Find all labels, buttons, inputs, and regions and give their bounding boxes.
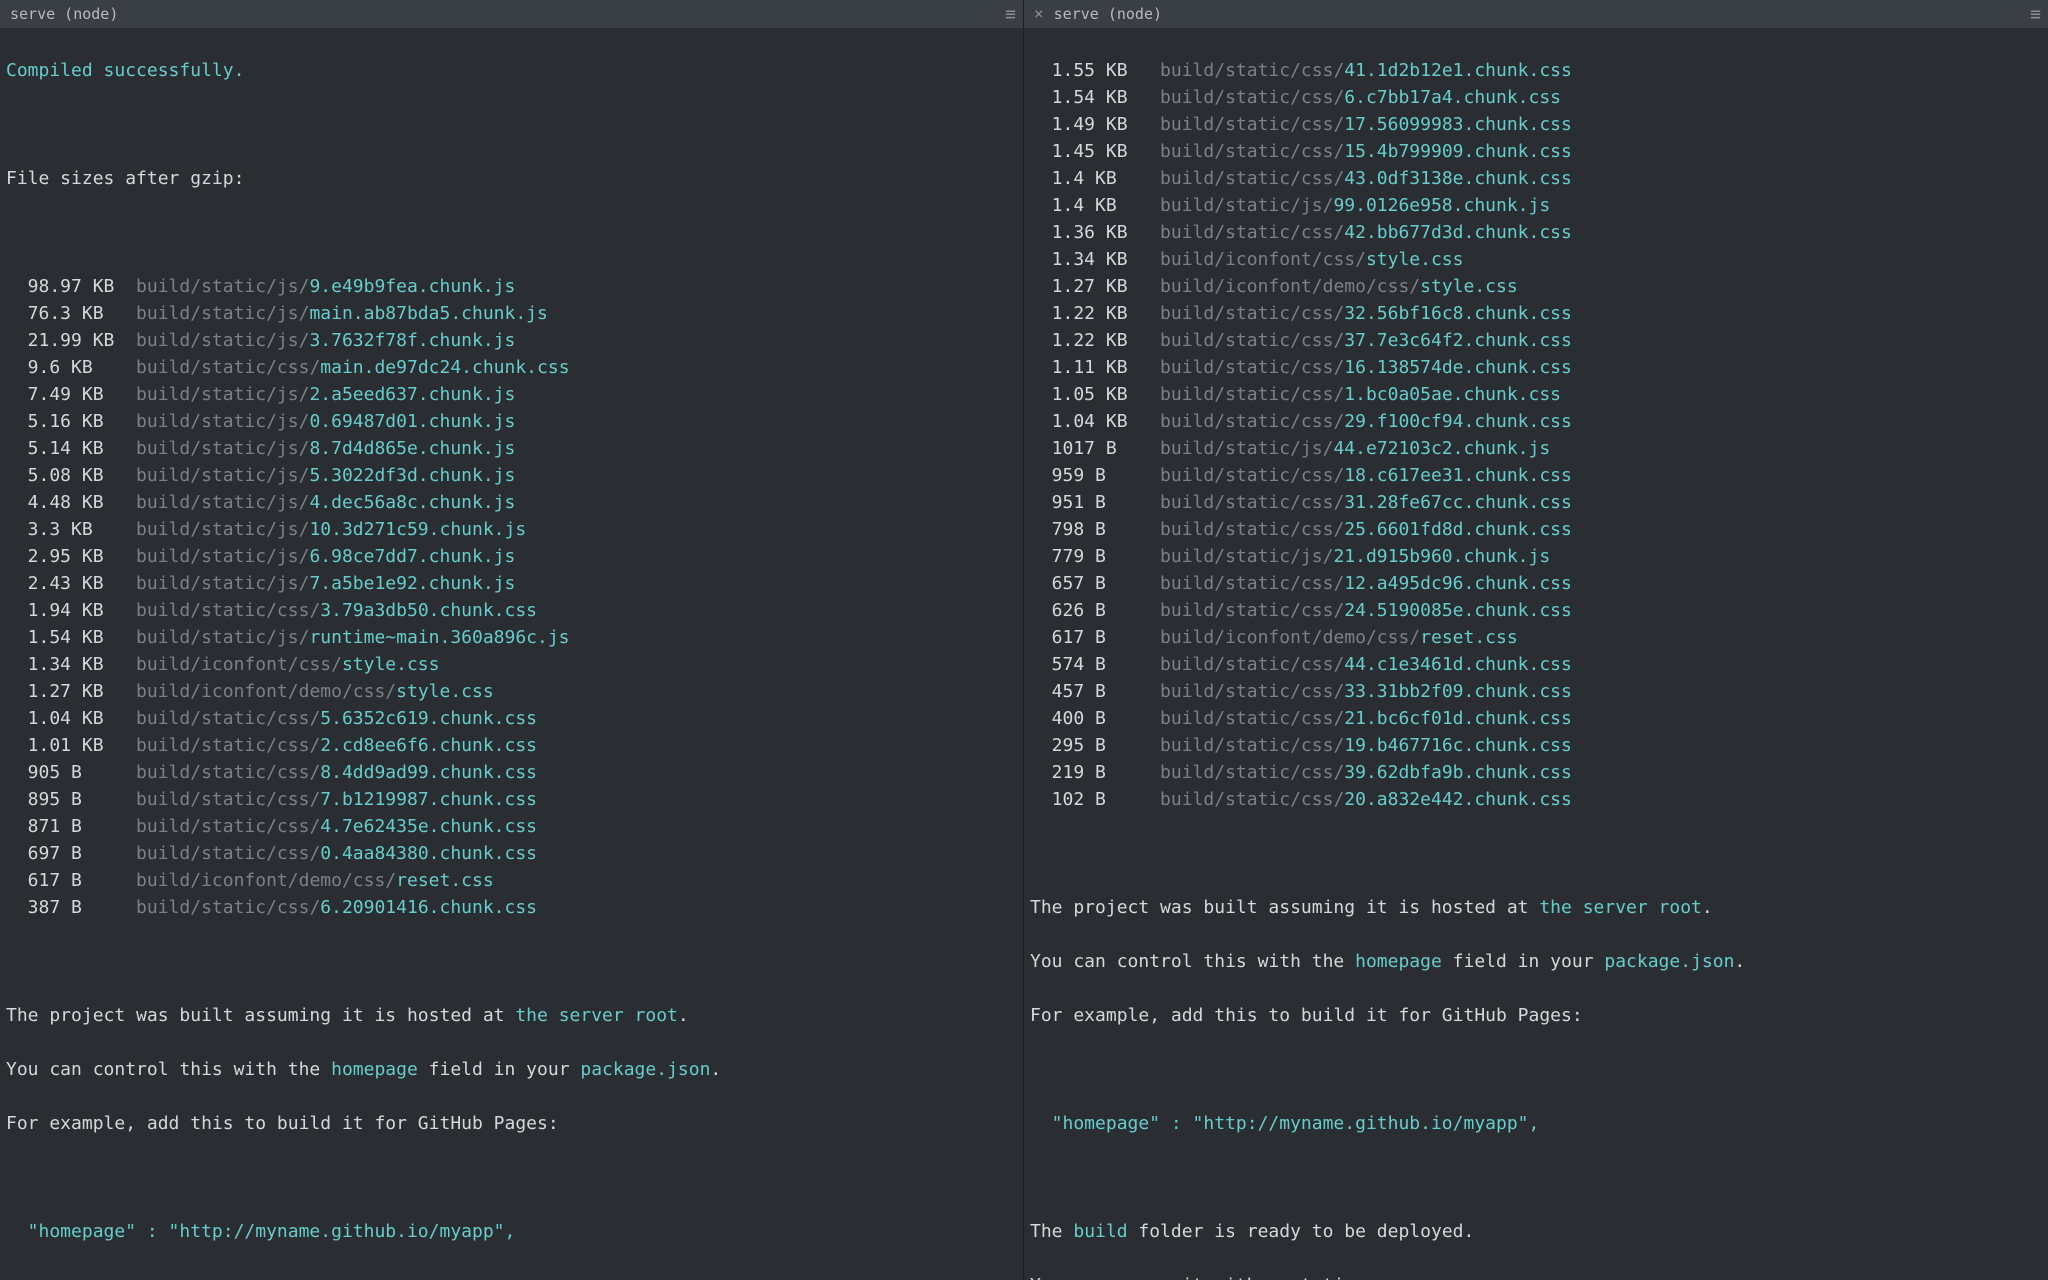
terminal-left[interactable]: Compiled successfully. File sizes after … [0,28,1023,1280]
pane-left[interactable]: serve (node) ≡ Compiled successfully. Fi… [0,0,1024,1280]
tab-title-left[interactable]: serve (node) [10,3,118,26]
file-row: 798 B build/static/css/25.6601fd8d.chunk… [1030,516,2042,543]
file-row: 871 B build/static/css/4.7e62435e.chunk.… [6,813,1017,840]
file-row: 4.48 KB build/static/js/4.dec56a8c.chunk… [6,489,1017,516]
file-row: 219 B build/static/css/39.62dbfa9b.chunk… [1030,759,2042,786]
file-row: 102 B build/static/css/20.a832e442.chunk… [1030,786,2042,813]
tab-bar-right: × serve (node) ≡ [1024,0,2048,28]
file-row: 574 B build/static/css/44.c1e3461d.chunk… [1030,651,2042,678]
homepage-example: "homepage" : "http://myname.github.io/my… [1030,1110,2042,1137]
file-row: 400 B build/static/css/21.bc6cf01d.chunk… [1030,705,2042,732]
hamburger-icon[interactable]: ≡ [2030,1,2040,28]
file-row: 1.36 KB build/static/css/42.bb677d3d.chu… [1030,219,2042,246]
file-row: 21.99 KB build/static/js/3.7632f78f.chun… [6,327,1017,354]
file-row: 697 B build/static/css/0.4aa84380.chunk.… [6,840,1017,867]
build-ready: The build folder is ready to be deployed… [1030,1218,2042,1245]
msg-homepage: You can control this with the homepage f… [6,1056,1017,1083]
file-row: 1.27 KB build/iconfont/demo/css/style.cs… [1030,273,2042,300]
msg-root: The project was built assuming it is hos… [6,1002,1017,1029]
file-list-left: 98.97 KB build/static/js/9.e49b9fea.chun… [6,273,1017,921]
file-row: 3.3 KB build/static/js/10.3d271c59.chunk… [6,516,1017,543]
file-row: 1.11 KB build/static/css/16.138574de.chu… [1030,354,2042,381]
serve-hint: You may serve it with a static server: [1030,1272,2042,1280]
file-row: 1.4 KB build/static/js/99.0126e958.chunk… [1030,192,2042,219]
file-row: 1.49 KB build/static/css/17.56099983.chu… [1030,111,2042,138]
file-row: 9.6 KB build/static/css/main.de97dc24.ch… [6,354,1017,381]
file-row: 1.4 KB build/static/css/43.0df3138e.chun… [1030,165,2042,192]
file-row: 1.01 KB build/static/css/2.cd8ee6f6.chun… [6,732,1017,759]
file-row: 5.16 KB build/static/js/0.69487d01.chunk… [6,408,1017,435]
file-row: 295 B build/static/css/19.b467716c.chunk… [1030,732,2042,759]
file-row: 1.34 KB build/iconfont/css/style.css [1030,246,2042,273]
file-row: 959 B build/static/css/18.c617ee31.chunk… [1030,462,2042,489]
hamburger-icon[interactable]: ≡ [1005,1,1015,28]
file-row: 387 B build/static/css/6.20901416.chunk.… [6,894,1017,921]
file-row: 1.45 KB build/static/css/15.4b799909.chu… [1030,138,2042,165]
msg-example: For example, add this to build it for Gi… [6,1110,1017,1137]
file-row: 457 B build/static/css/33.31bb2f09.chunk… [1030,678,2042,705]
file-row: 1.22 KB build/static/css/37.7e3c64f2.chu… [1030,327,2042,354]
file-row: 1.34 KB build/iconfont/css/style.css [6,651,1017,678]
pane-right[interactable]: × serve (node) ≡ 1.55 KB build/static/cs… [1024,0,2048,1280]
file-row: 76.3 KB build/static/js/main.ab87bda5.ch… [6,300,1017,327]
file-row: 1.54 KB build/static/js/runtime~main.360… [6,624,1017,651]
terminal-right[interactable]: 1.55 KB build/static/css/41.1d2b12e1.chu… [1024,28,2048,1280]
file-row: 5.08 KB build/static/js/5.3022df3d.chunk… [6,462,1017,489]
file-row: 1.55 KB build/static/css/41.1d2b12e1.chu… [1030,57,2042,84]
file-row: 1017 B build/static/js/44.e72103c2.chunk… [1030,435,2042,462]
file-row: 1.54 KB build/static/css/6.c7bb17a4.chun… [1030,84,2042,111]
compiled-msg: Compiled successfully. [6,57,1017,84]
file-row: 1.04 KB build/static/css/5.6352c619.chun… [6,705,1017,732]
file-row: 2.95 KB build/static/js/6.98ce7dd7.chunk… [6,543,1017,570]
file-row: 895 B build/static/css/7.b1219987.chunk.… [6,786,1017,813]
file-row: 1.05 KB build/static/css/1.bc0a05ae.chun… [1030,381,2042,408]
file-row: 626 B build/static/css/24.5190085e.chunk… [1030,597,2042,624]
file-row: 657 B build/static/css/12.a495dc96.chunk… [1030,570,2042,597]
tab-title-right[interactable]: serve (node) [1054,3,1162,26]
file-row: 617 B build/iconfont/demo/css/reset.css [6,867,1017,894]
msg-example: For example, add this to build it for Gi… [1030,1002,2042,1029]
msg-homepage: You can control this with the homepage f… [1030,948,2042,975]
homepage-example: "homepage" : "http://myname.github.io/my… [6,1218,1017,1245]
file-row: 7.49 KB build/static/js/2.a5eed637.chunk… [6,381,1017,408]
file-list-right: 1.55 KB build/static/css/41.1d2b12e1.chu… [1030,57,2042,813]
file-row: 1.22 KB build/static/css/32.56bf16c8.chu… [1030,300,2042,327]
file-row: 1.94 KB build/static/css/3.79a3db50.chun… [6,597,1017,624]
file-row: 617 B build/iconfont/demo/css/reset.css [1030,624,2042,651]
file-sizes-header: File sizes after gzip: [6,165,1017,192]
file-row: 98.97 KB build/static/js/9.e49b9fea.chun… [6,273,1017,300]
file-row: 779 B build/static/js/21.d915b960.chunk.… [1030,543,2042,570]
split-layout: serve (node) ≡ Compiled successfully. Fi… [0,0,2048,1280]
file-row: 905 B build/static/css/8.4dd9ad99.chunk.… [6,759,1017,786]
close-icon[interactable]: × [1034,2,1044,26]
msg-root: The project was built assuming it is hos… [1030,894,2042,921]
file-row: 1.27 KB build/iconfont/demo/css/style.cs… [6,678,1017,705]
file-row: 5.14 KB build/static/js/8.7d4d865e.chunk… [6,435,1017,462]
tab-bar-left: serve (node) ≡ [0,0,1023,28]
file-row: 951 B build/static/css/31.28fe67cc.chunk… [1030,489,2042,516]
file-row: 1.04 KB build/static/css/29.f100cf94.chu… [1030,408,2042,435]
file-row: 2.43 KB build/static/js/7.a5be1e92.chunk… [6,570,1017,597]
